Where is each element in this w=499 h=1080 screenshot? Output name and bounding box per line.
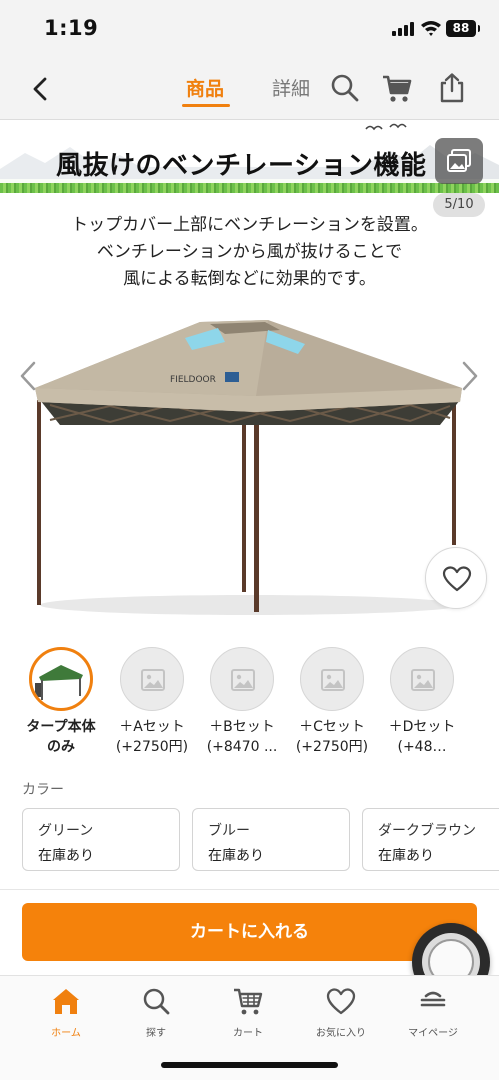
tab-cart[interactable]: カート	[203, 986, 293, 1039]
variant-price: (+2750円)	[295, 739, 369, 755]
variant-thumbnail	[120, 647, 184, 711]
color-name: グリーン	[38, 823, 94, 839]
tab-label: お気に入り	[316, 1028, 366, 1039]
tab-search[interactable]: 探す	[111, 986, 201, 1039]
variant-label: ＋Bセット	[209, 719, 275, 735]
tab-favorites[interactable]: お気に入り	[296, 986, 386, 1039]
variant-price: (+2750円)	[115, 739, 189, 755]
image-placeholder-icon	[141, 669, 165, 691]
color-option-blue[interactable]: ブルー 在庫あり	[192, 808, 350, 871]
description-line: ベンチレーションから風が抜けることで	[96, 242, 403, 262]
variant-thumbnail	[390, 647, 454, 711]
tab-label: 探す	[146, 1028, 166, 1039]
tab-detail[interactable]: 詳細	[272, 74, 310, 101]
variant-label: ＋Cセット	[299, 719, 365, 735]
variant-price: (+48…	[397, 739, 447, 755]
variant-thumbnail	[300, 647, 364, 711]
description-line: 風による転倒などに効果的です。	[123, 269, 376, 289]
cart-icon	[234, 988, 263, 1015]
tab-label: ホーム	[51, 1028, 81, 1039]
tab-product[interactable]: 商品	[186, 74, 224, 101]
home-icon	[53, 989, 79, 1014]
gallery-button[interactable]	[435, 138, 483, 184]
green-tent-thumbnail	[35, 665, 83, 700]
variant-selector: タープ本体 のみ ＋Aセット (+2750円) ＋Bセット (+8470 ...	[0, 647, 499, 762]
user-icon	[420, 991, 446, 1007]
status-time: 1:19	[44, 16, 99, 40]
tab-home[interactable]: ホーム	[21, 986, 111, 1039]
image-placeholder-icon	[321, 669, 345, 691]
variant-option[interactable]: ＋Dセット (+48…	[377, 647, 467, 757]
variant-label: のみ	[47, 739, 75, 755]
tab-label: カート	[233, 1028, 263, 1039]
heart-icon	[326, 988, 356, 1015]
tab-label: マイページ	[408, 1028, 458, 1039]
product-page: 1:19 88 商品 詳細 風抜けのベンチレーション機能 5/10 トップカバー…	[0, 0, 499, 1080]
variant-label: ＋Aセット	[119, 719, 185, 735]
stock-status: 在庫あり	[208, 848, 264, 864]
add-to-cart-button[interactable]: カートに入れる	[22, 903, 477, 961]
prev-image-icon[interactable]	[18, 360, 38, 392]
cart-icon[interactable]	[381, 72, 413, 104]
image-placeholder-icon	[231, 669, 255, 691]
heart-icon	[442, 566, 472, 592]
banner-title: 風抜けのベンチレーション機能	[56, 151, 427, 181]
feature-banner: 風抜けのベンチレーション機能	[0, 121, 499, 193]
search-icon[interactable]	[329, 72, 361, 104]
status-bar: 1:19 88	[0, 0, 499, 58]
color-name: ダークブラウン	[378, 823, 476, 839]
tab-mypage[interactable]: マイページ	[388, 986, 478, 1039]
color-option-dark-brown[interactable]: ダークブラウン 在庫あり	[362, 808, 499, 871]
variant-thumbnail	[29, 647, 93, 711]
wifi-icon	[421, 21, 441, 36]
divider	[0, 889, 499, 890]
image-placeholder-icon	[411, 669, 435, 691]
color-name: ブルー	[208, 823, 250, 839]
grass-decoration	[0, 183, 499, 193]
tab-product-indicator	[182, 104, 230, 107]
image-gallery-icon	[447, 149, 471, 172]
nav-bar: 商品 詳細	[0, 58, 499, 120]
variant-thumbnail	[210, 647, 274, 711]
variant-option[interactable]: ＋Cセット (+2750円)	[287, 647, 377, 757]
variant-option[interactable]: ＋Aセット (+2750円)	[107, 647, 197, 757]
description-line: トップカバー上部にベンチレーションを設置。	[71, 215, 428, 235]
stock-status: 在庫あり	[38, 848, 94, 864]
color-section-label: カラー	[22, 782, 64, 798]
share-icon[interactable]	[436, 72, 468, 104]
variant-option[interactable]: ＋Bセット (+8470 ...	[197, 647, 287, 757]
tent-product-image[interactable]: FIELDOOR	[20, 300, 480, 630]
color-option-green[interactable]: グリーン 在庫あり	[22, 808, 180, 871]
search-icon	[143, 988, 170, 1015]
stock-status: 在庫あり	[378, 848, 434, 864]
signal-icon	[392, 22, 414, 36]
variant-label: ＋Dセット	[388, 719, 456, 735]
feature-description: トップカバー上部にベンチレーションを設置。 ベンチレーションから風が抜けることで…	[0, 212, 499, 293]
next-image-icon[interactable]	[460, 360, 480, 392]
battery-icon: 88	[446, 20, 480, 37]
tent-logo: FIELDOOR	[170, 375, 216, 385]
birds-icon	[365, 123, 407, 131]
back-icon[interactable]	[28, 76, 52, 102]
variant-option[interactable]: タープ本体 のみ	[16, 647, 106, 757]
variant-label: タープ本体	[26, 719, 96, 735]
variant-price: (+8470 ...	[206, 739, 278, 755]
home-indicator	[161, 1062, 338, 1068]
favorite-button[interactable]	[425, 547, 487, 609]
